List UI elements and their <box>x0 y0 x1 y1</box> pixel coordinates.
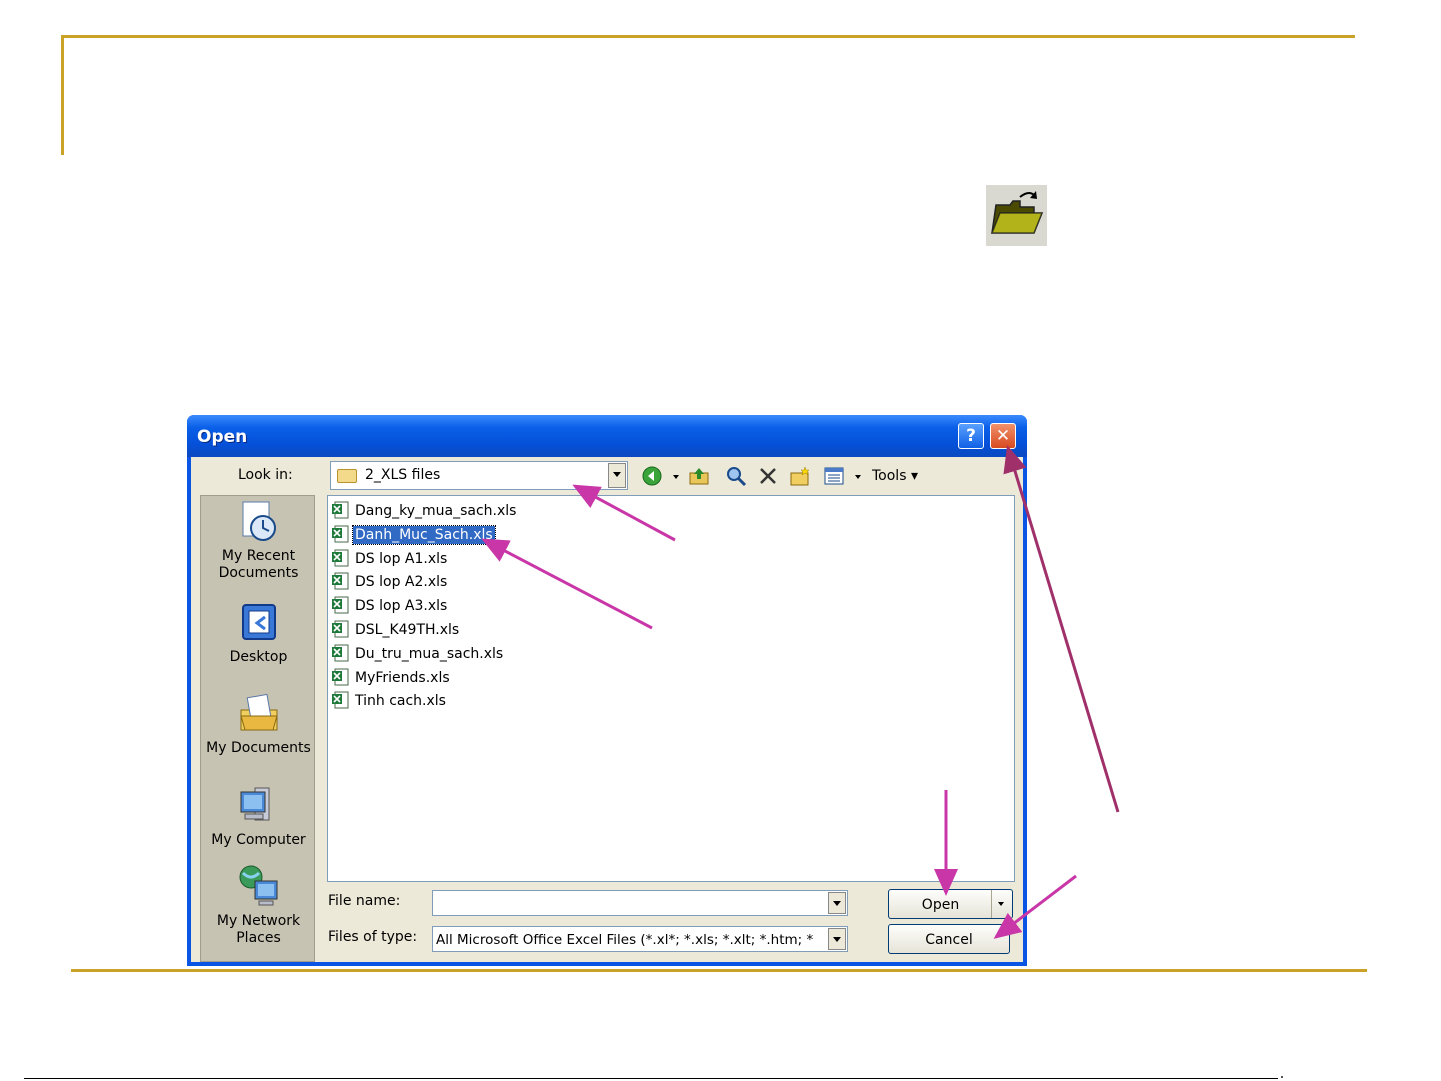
file-name: Dang_ky_mua_sach.xls <box>355 503 517 519</box>
tools-label: Tools <box>872 468 907 484</box>
file-name-label: File name: <box>328 893 401 909</box>
dialog-client: Look in: 2_XLS files Tools ▾ My Recent D… <box>191 457 1023 962</box>
file-type-label: Files of type: <box>328 929 418 945</box>
back-icon[interactable] <box>641 465 663 487</box>
desktop-icon <box>241 604 276 640</box>
open-dropdown-button[interactable] <box>991 890 1012 918</box>
excel-file-icon <box>332 644 349 662</box>
close-icon: ✕ <box>995 426 1011 446</box>
tools-menu[interactable]: Tools ▾ <box>872 468 918 484</box>
open-button[interactable]: Open <box>888 889 1013 919</box>
excel-file-icon <box>332 525 349 543</box>
places-bar: My Recent Documents Desktop My Documents <box>200 495 315 962</box>
place-label: Desktop <box>229 649 288 665</box>
network-places-icon <box>239 865 277 906</box>
excel-file-icon <box>332 691 349 709</box>
cancel-button-label: Cancel <box>925 932 973 948</box>
place-my-documents[interactable]: My Documents <box>201 690 316 757</box>
file-name: MyFriends.xls <box>355 669 450 686</box>
place-label: My Network Places <box>216 913 301 946</box>
slide-bottom-rule <box>71 969 1367 972</box>
help-icon: ? <box>966 426 976 446</box>
views-icon[interactable] <box>823 465 845 487</box>
file-type-dropdown-button[interactable] <box>828 928 846 950</box>
place-my-recent-documents[interactable]: My Recent Documents <box>201 498 316 582</box>
place-my-computer[interactable]: My Computer <box>201 782 316 849</box>
excel-file-icon <box>332 620 349 638</box>
dialog-title: Open <box>197 427 248 447</box>
tools-dropdown-icon: ▾ <box>910 468 918 484</box>
up-folder-icon[interactable] <box>688 465 710 487</box>
file-type-combo[interactable]: All Microsoft Office Excel Files (*.xl*;… <box>432 926 848 952</box>
my-computer-icon <box>240 787 269 821</box>
recent-documents-icon <box>242 501 276 541</box>
slide-title-frame <box>61 35 1355 155</box>
file-list[interactable]: Dang_ky_mua_sach.xls Danh_Muc_Sach.xls DS … <box>327 495 1015 882</box>
excel-file-icon <box>332 596 349 614</box>
excel-file-icon <box>332 572 349 590</box>
dialog-titlebar[interactable]: Open ? ✕ <box>187 415 1027 457</box>
new-folder-icon[interactable] <box>789 465 811 487</box>
place-my-network-places[interactable]: My Network Places <box>201 863 316 947</box>
file-name: Du_tru_mua_sach.xls <box>355 645 504 662</box>
views-dropdown-icon[interactable] <box>847 465 861 487</box>
place-label: My Recent Documents <box>218 548 299 581</box>
look-in-value: 2_XLS files <box>365 467 441 483</box>
look-in-dropdown-button[interactable] <box>608 463 626 488</box>
file-name-dropdown-button[interactable] <box>828 892 846 914</box>
slide-footer-rule <box>24 1078 1278 1079</box>
place-label: My Computer <box>211 832 306 848</box>
file-name: Tinh cach.xls <box>355 693 446 710</box>
place-label: My Documents <box>206 740 311 756</box>
open-button-label: Open <box>921 897 960 913</box>
help-button[interactable]: ? <box>958 423 984 449</box>
file-name: DSL_K49TH.xls <box>355 622 460 638</box>
excel-file-icon <box>332 501 349 519</box>
open-dialog: Open ? ✕ Look in: 2_XLS files Tools ▾ My… <box>187 415 1027 966</box>
slide-footer-dot <box>1281 1076 1283 1078</box>
close-button[interactable]: ✕ <box>990 423 1016 449</box>
file-name-input[interactable] <box>432 890 848 916</box>
file-name: DS lop A3.xls <box>355 598 448 615</box>
cancel-button[interactable]: Cancel <box>888 924 1010 954</box>
excel-file-icon <box>332 668 349 686</box>
file-name: Danh_Muc_Sach.xls <box>352 524 496 545</box>
file-name: DS lop A1.xls <box>355 550 448 567</box>
open-folder-toolbar-icon[interactable] <box>986 185 1047 246</box>
excel-file-icon <box>332 549 349 567</box>
delete-icon[interactable] <box>757 465 779 487</box>
search-web-icon[interactable] <box>725 465 747 487</box>
file-name: DS lop A2.xls <box>355 574 448 591</box>
folder-icon <box>337 469 357 483</box>
back-dropdown-icon[interactable] <box>665 465 679 487</box>
file-type-value: All Microsoft Office Excel Files (*.xl*;… <box>436 932 814 948</box>
place-desktop[interactable]: Desktop <box>201 599 316 666</box>
my-documents-icon <box>239 693 278 731</box>
look-in-label: Look in: <box>238 467 293 483</box>
look-in-combo[interactable]: 2_XLS files <box>330 461 628 490</box>
